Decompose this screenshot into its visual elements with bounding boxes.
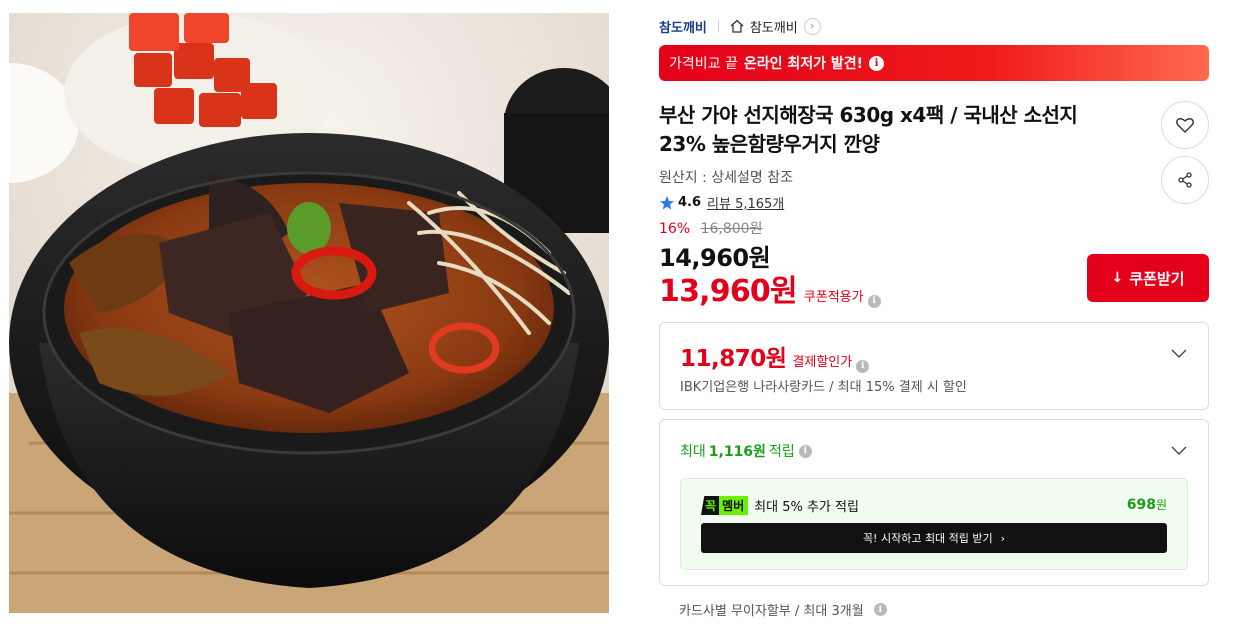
origin-info: 원산지 : 상세설명 참조 xyxy=(659,170,793,186)
member-benefit-text: 최대 5% 추가 적립 xyxy=(754,500,859,515)
member-benefit-panel: 꼭 멤버 최대 5% 추가 적립 698원 꼭! 시작하고 최대 적립 받기 › xyxy=(680,478,1188,570)
chevron-down-icon[interactable] xyxy=(1170,441,1188,459)
lowest-price-banner[interactable]: 가격비교 끝 온라인 최저가 발견! i xyxy=(659,45,1209,81)
coupon-price: 13,960원 xyxy=(659,274,798,309)
installment-info: 카드사별 무이자할부 / 최대 3개월 i xyxy=(679,600,887,619)
card-discount-description: IBK기업은행 나라사랑카드 / 최대 15% 결제 시 할인 xyxy=(680,380,967,395)
star-icon xyxy=(660,195,674,209)
coupon-price-label: 쿠폰적용가 xyxy=(803,290,864,305)
member-points-value: 698 xyxy=(1126,497,1156,513)
download-icon: ↓ xyxy=(1111,270,1124,286)
rating-row: 4.6 리뷰 5,165개 xyxy=(659,193,784,212)
points-prefix: 최대 xyxy=(680,444,706,460)
banner-prefix: 가격비교 끝 xyxy=(669,56,738,72)
card-discount-price-row: 11,870원 결제할인가 i xyxy=(680,339,870,373)
chevron-right-icon: › xyxy=(1000,531,1006,545)
member-signup-button[interactable]: 꼭! 시작하고 최대 적립 받기 › xyxy=(701,523,1167,553)
product-title-line2: 23% 높은함량우거지 깐양 xyxy=(659,132,880,156)
breadcrumb-brand-link[interactable]: 참도깨비 xyxy=(659,17,707,36)
discount-row: 16% 16,800원 xyxy=(659,218,762,238)
member-points-unit: 원 xyxy=(1155,498,1167,512)
info-icon[interactable]: i xyxy=(873,603,887,616)
product-image xyxy=(9,13,609,613)
info-icon[interactable]: i xyxy=(798,444,812,458)
product-info-panel: 참도깨비 참도깨비 › 가격비교 끝 온라인 최저가 발견! i 부산 가야 선… xyxy=(659,0,1209,624)
banner-highlight: 온라인 최저가 발견! xyxy=(743,56,864,72)
original-price: 16,800원 xyxy=(700,221,763,237)
discount-rate: 16% xyxy=(659,221,691,237)
get-coupon-label: 쿠폰받기 xyxy=(1129,269,1185,288)
member-badge-left: 꼭 xyxy=(701,496,720,515)
points-box: 최대 1,116원 적립 i 꼭 멤버 최대 5% 추가 적립 698원 꼭! … xyxy=(659,419,1209,586)
coupon-price-row: 13,960원 쿠폰적용가 i xyxy=(659,266,881,310)
points-title: 최대 1,116원 적립 i xyxy=(680,441,812,461)
card-discount-box[interactable]: 11,870원 결제할인가 i IBK기업은행 나라사랑카드 / 최대 15% … xyxy=(659,322,1209,410)
product-title: 부산 가야 선지해장국 630g x4팩 / 국내산 소선지 23% 높은함량우… xyxy=(659,101,1139,159)
chevron-right-icon[interactable]: › xyxy=(803,17,821,35)
breadcrumb: 참도깨비 참도깨비 › xyxy=(659,16,821,36)
member-badge: 꼭 멤버 xyxy=(701,496,749,515)
get-coupon-button[interactable]: ↓ 쿠폰받기 xyxy=(1087,254,1209,302)
card-discount-label: 결제할인가 xyxy=(792,355,853,370)
share-button[interactable] xyxy=(1161,156,1209,204)
card-discount-price: 11,870원 xyxy=(680,346,787,372)
member-benefit-row: 꼭 멤버 최대 5% 추가 적립 xyxy=(701,496,859,515)
review-count-link[interactable]: 리뷰 5,165개 xyxy=(707,193,784,212)
breadcrumb-divider xyxy=(717,20,719,32)
rating-score: 4.6 xyxy=(678,195,702,210)
heart-icon xyxy=(1176,118,1194,133)
member-signup-label: 꼭! 시작하고 최대 적립 받기 xyxy=(862,532,993,545)
product-title-line1: 부산 가야 선지해장국 630g x4팩 / 국내산 소선지 xyxy=(659,103,1078,127)
member-badge-right: 멤버 xyxy=(719,496,749,515)
info-icon[interactable]: i xyxy=(869,55,885,71)
info-icon[interactable]: i xyxy=(856,359,870,373)
points-amount: 1,116원 xyxy=(708,444,766,460)
home-icon xyxy=(729,18,745,34)
member-points-amount: 698원 xyxy=(1127,496,1167,513)
wishlist-button[interactable] xyxy=(1161,101,1209,149)
breadcrumb-store-link[interactable]: 참도깨비 xyxy=(750,17,798,36)
share-icon xyxy=(1178,172,1192,188)
chevron-down-icon[interactable] xyxy=(1170,344,1188,362)
info-icon[interactable]: i xyxy=(867,294,881,308)
points-suffix: 적립 xyxy=(768,444,795,460)
installment-text: 카드사별 무이자할부 / 최대 3개월 xyxy=(679,604,864,619)
